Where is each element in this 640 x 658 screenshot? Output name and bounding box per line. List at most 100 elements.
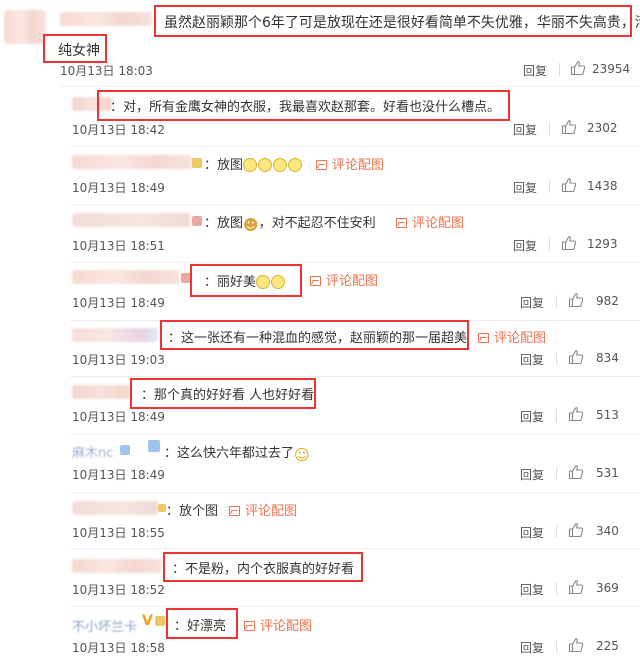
comment-image-label: 评论配图 [326, 274, 379, 289]
comment-item: ：放图☻，对不起忍不住安利 评论配图 10月13日 18:51 回复 1293 [0, 206, 640, 264]
divider [60, 86, 640, 87]
commenter-name[interactable] [72, 385, 130, 399]
emoji-icon: ☺ [294, 446, 310, 464]
reply-button[interactable]: 回复 [520, 639, 544, 656]
timestamp: 10月13日 18:03 [60, 64, 153, 78]
commenter-name[interactable] [72, 328, 158, 342]
like-count: 1293 [587, 237, 618, 251]
comment-item: ：不是粉，内个衣服真的好好看 10月13日 18:52 回复 369 [0, 548, 640, 606]
reply-button[interactable]: 回复 [520, 524, 544, 541]
comment-item: ：这一张还有一种混血的感觉，赵丽颖的那一届超美 评论配图 10月13日 19:0… [0, 320, 640, 378]
image-icon [229, 506, 240, 516]
thumbs-up-icon[interactable] [570, 60, 586, 76]
like-count: 225 [596, 639, 619, 653]
reply-button[interactable]: 回复 [520, 581, 544, 598]
comment-text: ：放图☻，对不起忍不住安利 [204, 212, 376, 234]
comment-text-body: ：放图 [204, 158, 244, 173]
comment-text: 虽然赵丽颖那个6年了可是放现在还是很好看简单不失优雅，华丽不失高贵，清 [164, 15, 640, 31]
image-icon [478, 333, 489, 343]
divider [549, 180, 550, 193]
divider [556, 640, 557, 653]
like-count: 2302 [587, 121, 618, 135]
thumbs-up-icon[interactable] [561, 177, 577, 193]
thumbs-up-icon[interactable] [561, 119, 577, 135]
commenter-name[interactable] [72, 155, 192, 169]
comment-text: ：不是粉，内个衣服真的好好看 [172, 562, 355, 577]
comment-text: ：对，所有金鹰女神的衣服，我最喜欢赵那套。好看也没什么槽点。 [110, 100, 501, 115]
comment-item: ：那个真的好好看 人也好好看 10月13日 18:49 回复 513 [0, 376, 640, 434]
timestamp: 10月13日 18:58 [72, 641, 165, 655]
comment-image-label: 评论配图 [245, 504, 298, 519]
thumbs-up-icon[interactable] [568, 637, 584, 653]
reply-button[interactable]: 回复 [523, 62, 547, 79]
thumbs-up-icon[interactable] [568, 522, 584, 538]
comment-item: 不小坏兰卡 V ：好漂亮 评论配图 10月13日 18:58 回复 225 [0, 606, 640, 658]
timestamp: 10月13日 18:42 [72, 123, 165, 137]
commenter-name[interactable] [60, 12, 152, 26]
comment-item: ：丽好美 评论配图 10月13日 18:49 回复 982 [0, 264, 640, 322]
reply-button[interactable]: 回复 [520, 408, 544, 425]
timestamp: 10月13日 18:49 [72, 296, 165, 310]
emoji-icon: ☻ [243, 216, 259, 234]
comment-text: ：那个真的好好看 人也好好看 [141, 388, 315, 403]
reply-button[interactable]: 回复 [513, 237, 537, 254]
timestamp: 10月13日 19:03 [72, 353, 165, 367]
comment-image-link[interactable]: 评论配图 [396, 212, 464, 231]
image-icon [244, 621, 255, 631]
reply-button[interactable]: 回复 [520, 294, 544, 311]
member-badge-icon [192, 216, 202, 226]
divider [556, 295, 557, 308]
comment-image-link[interactable]: 评论配图 [316, 154, 384, 173]
commenter-name[interactable]: 麻木nc [72, 442, 113, 461]
thumbs-up-icon[interactable] [568, 349, 584, 365]
thumbs-up-icon[interactable] [568, 579, 584, 595]
vip-badge-icon: V [142, 613, 153, 629]
emoji-icon [243, 158, 303, 173]
commenter-name[interactable] [72, 213, 190, 227]
reply-button[interactable]: 回复 [520, 351, 544, 368]
divider [549, 238, 550, 251]
comment-text-continued: 纯女神 [58, 43, 100, 59]
commenter-name[interactable] [72, 501, 158, 515]
comment-image-label: 评论配图 [494, 331, 547, 346]
member-badge-icon [158, 504, 166, 512]
thumbs-up-icon[interactable] [568, 292, 584, 308]
like-count: 531 [596, 466, 619, 480]
comment-text: ：这么快六年都过去了☺ [164, 442, 310, 464]
comment-item: ：放个图 评论配图 10月13日 18:55 回复 340 [0, 492, 640, 550]
vip-badge-icon [148, 440, 160, 452]
image-icon [396, 218, 407, 228]
timestamp: 10月13日 18:55 [72, 526, 165, 540]
reply-button[interactable]: 回复 [513, 179, 537, 196]
comment-item: 虽然赵丽颖那个6年了可是放现在还是很好看简单不失优雅，华丽不失高贵，清 纯女神 … [0, 0, 640, 86]
comment-image-link[interactable]: 评论配图 [244, 615, 312, 634]
like-count: 834 [596, 351, 619, 365]
image-icon [310, 276, 321, 286]
commenter-name[interactable]: 不小坏兰卡 [72, 616, 137, 635]
avatar[interactable] [4, 10, 46, 44]
reply-button[interactable]: 回复 [520, 466, 544, 483]
timestamp: 10月13日 18:49 [72, 468, 165, 482]
divider [556, 525, 557, 538]
comment-text: ：好漂亮 [174, 619, 227, 634]
divider [556, 409, 557, 422]
thumbs-up-icon[interactable] [561, 235, 577, 251]
comment-image-link[interactable]: 评论配图 [229, 500, 297, 519]
thumbs-up-icon[interactable] [568, 406, 584, 422]
commenter-name[interactable] [72, 559, 162, 573]
timestamp: 10月13日 18:49 [72, 410, 165, 424]
timestamp: 10月13日 18:49 [72, 181, 165, 195]
comment-image-link[interactable]: 评论配图 [310, 270, 378, 289]
commenter-name[interactable] [72, 270, 180, 284]
comment-text: ：丽好美 [204, 271, 286, 290]
image-icon [316, 160, 327, 170]
thumbs-up-icon[interactable] [568, 464, 584, 480]
member-badge-icon [192, 158, 202, 168]
comment-item: ：放图 评论配图 10月13日 18:49 回复 1438 [0, 148, 640, 206]
comment-text-body: ：这么快六年都过去了 [164, 446, 295, 461]
comment-image-link[interactable]: 评论配图 [478, 327, 546, 346]
divider [559, 63, 560, 76]
reply-button[interactable]: 回复 [513, 121, 537, 138]
divider [70, 204, 640, 205]
comment-item: 麻木nc ：这么快六年都过去了☺ 10月13日 18:49 回复 531 [0, 434, 640, 492]
